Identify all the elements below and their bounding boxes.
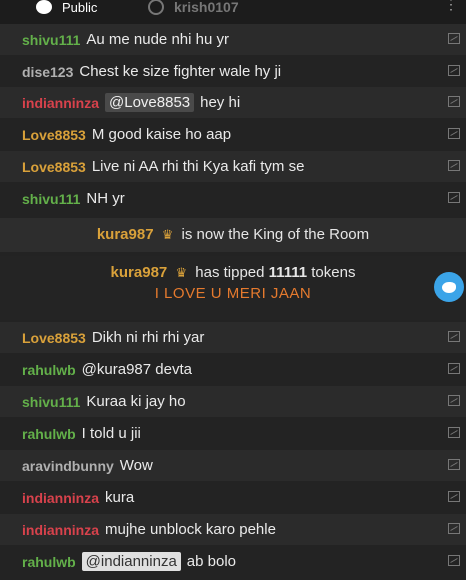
flag-icon[interactable] [448,555,460,566]
username[interactable]: rahulwb [22,362,76,378]
tip-suffix: tokens [311,264,356,281]
username[interactable]: kura987 [111,264,168,281]
message-text: Dikh ni rhi rhi yar [91,329,205,346]
flag-icon[interactable] [448,491,460,502]
chat-message: indianninza mujhe unblock karo pehle [0,514,466,545]
message-text: M good kaise ho aap [91,126,232,143]
message-text: ab bolo [186,553,237,570]
chat-message: dise123 Chest ke size fighter wale hy ji [0,56,466,87]
username[interactable]: rahulwb [22,554,76,570]
message-text: @kura987 devta [81,361,192,378]
message-text: Kuraa ki jay ho [86,393,186,410]
chat-bubble-icon [36,0,52,14]
message-text: Live ni AA rhi thi Kya kafi tym se [91,158,305,175]
system-tip-notice: kura987 ♛ has tipped 11111 tokens I LOVE… [0,256,466,320]
message-text: NH yr [86,190,125,207]
tip-amount: 11111 [268,264,308,281]
tab-private-user[interactable]: krish0107 [148,0,239,22]
flag-icon[interactable] [448,192,460,203]
flag-icon[interactable] [448,427,460,438]
username[interactable]: indianninza [22,490,99,506]
message-text: mujhe unblock karo pehle [105,521,276,538]
system-text: is now the King of the Room [181,226,370,243]
tab-user-label: krish0107 [174,0,239,15]
flag-icon[interactable] [448,523,460,534]
chat-message: shivu111 Au me nude nhi hu yr [0,24,466,55]
mention[interactable]: @indianninza [81,552,181,571]
chat-message: indianninza @Love8853 hey hi [0,87,466,118]
username[interactable]: Love8853 [22,330,86,346]
message-text: Chest ke size fighter wale hy ji [79,63,282,80]
flag-icon[interactable] [448,128,460,139]
mention[interactable]: @Love8853 [105,93,195,112]
chat-message: rahulwb @indianninza ab bolo [0,546,466,577]
tip-prefix: has tipped [195,264,265,281]
username[interactable]: indianninza [22,522,99,538]
flag-icon[interactable] [448,65,460,76]
username[interactable]: Love8853 [22,159,86,175]
flag-icon[interactable] [448,459,460,470]
chat-message: aravindbunny Wow [0,450,466,481]
username[interactable]: rahulwb [22,426,76,442]
username[interactable]: shivu111 [22,394,80,410]
crown-icon: ♛ [175,265,188,280]
flag-icon[interactable] [448,160,460,171]
username[interactable]: shivu111 [22,191,80,207]
username[interactable]: aravindbunny [22,458,114,474]
flag-icon[interactable] [448,331,460,342]
flag-icon[interactable] [448,33,460,44]
chat-message: shivu111 Kuraa ki jay ho [0,386,466,417]
flag-icon[interactable] [448,96,460,107]
username[interactable]: shivu111 [22,32,80,48]
message-text: Au me nude nhi hu yr [86,31,229,48]
message-text: hey hi [200,94,241,111]
chat-message: rahulwb I told u jii [0,418,466,449]
username[interactable]: indianninza [22,95,99,111]
message-text: Wow [119,457,153,474]
chat-message: Love8853 M good kaise ho aap [0,119,466,150]
crown-icon: ♛ [161,227,174,242]
username[interactable]: dise123 [22,64,73,80]
message-text: I told u jii [81,425,141,442]
chat-message: shivu111 NH yr [0,183,466,214]
chat-message: Love8853 Live ni AA rhi thi Kya kafi tym… [0,151,466,182]
flag-icon[interactable] [448,363,460,374]
username[interactable]: Love8853 [22,127,86,143]
chat-message: rahulwb @kura987 devta [0,354,466,385]
chat-message: Love8853 Dikh ni rhi rhi yar [0,322,466,353]
twitter-icon[interactable] [434,272,464,302]
more-icon[interactable]: ⋮ [444,0,458,13]
flag-icon[interactable] [448,395,460,406]
tip-message: I LOVE U MERI JAAN [154,285,312,302]
system-king-notice: kura987 ♛ is now the King of the Room [0,218,466,252]
tab-public-label: Public [62,0,98,15]
username[interactable]: kura987 [97,226,154,243]
message-text: kura [105,489,135,506]
chat-message: indianninza kura [0,482,466,513]
user-icon [148,0,164,15]
chat-tabs: Public krish0107 ⋮ [0,0,466,27]
tab-public[interactable]: Public [36,0,97,22]
